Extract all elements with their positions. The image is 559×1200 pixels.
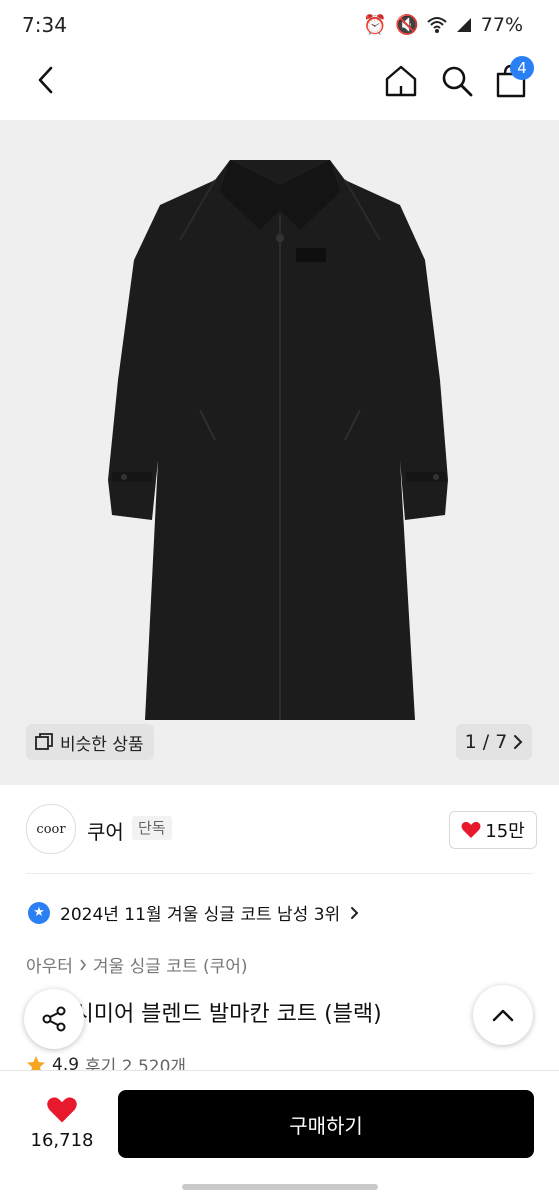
brand-logo-text: coor [36,821,66,837]
share-icon [42,1006,66,1032]
chevron-right-icon [514,735,523,749]
wishlist-count: 16,718 [30,1130,94,1151]
chevron-left-icon [38,66,53,94]
breadcrumb: 아우터 겨울 싱글 코트 (쿠어) [26,952,248,977]
exclusive-badge: 단독 [132,816,172,840]
scroll-top-button[interactable] [473,985,533,1045]
share-button[interactable] [24,989,84,1049]
alarm-icon: ⏰ [363,14,388,36]
gesture-bar [182,1184,378,1190]
mute-icon: 🔇 [395,14,419,36]
ranking-text: 2024년 11월 겨울 싱글 코트 남성 3위 [60,905,341,925]
brand-name[interactable]: 쿠어 [87,816,124,845]
buy-button[interactable]: 구매하기 [118,1090,534,1158]
status-bar: 7:34 ⏰ 🔇 77% [0,0,559,48]
search-button[interactable] [436,60,478,102]
heart-icon [461,821,481,838]
ranking-badge-icon: ★ [28,901,50,924]
back-button[interactable] [26,60,66,100]
divider [26,873,533,874]
chevron-up-icon [492,1009,514,1022]
top-navigation [0,48,559,120]
signal-icon [456,17,471,32]
home-button[interactable] [380,60,422,102]
cart-count-badge: 4 [510,56,534,80]
search-icon [442,66,473,97]
brand-logo[interactable]: coor [26,804,76,854]
brand-like-button[interactable]: 15만 [449,811,537,849]
battery-level: 77% [480,13,523,36]
product-image-gallery[interactable] [0,120,559,785]
breadcrumb-subcategory[interactable]: 겨울 싱글 코트 (쿠어) [93,952,248,977]
status-icons: ⏰ 🔇 77% [363,13,523,37]
status-time: 7:34 [22,13,67,37]
similar-products-button[interactable]: 비슷한 상품 [26,724,154,760]
chevron-right-icon [80,959,86,970]
product-image-coat [108,160,448,720]
home-icon [385,65,417,97]
heart-icon [47,1097,77,1123]
similar-products-label: 비슷한 상품 [60,734,144,755]
wifi-icon [427,16,447,33]
breadcrumb-category[interactable]: 아우터 [26,952,73,977]
image-counter: 1 / 7 [464,731,508,753]
ranking-link[interactable]: ★ 2024년 11월 겨울 싱글 코트 남성 3위 [28,900,359,925]
chevron-right-icon [351,906,359,919]
brand-like-count: 15만 [485,821,525,842]
copy-icon [35,733,53,750]
image-counter-button[interactable]: 1 / 7 [456,724,532,760]
wishlist-button[interactable] [42,1092,82,1128]
